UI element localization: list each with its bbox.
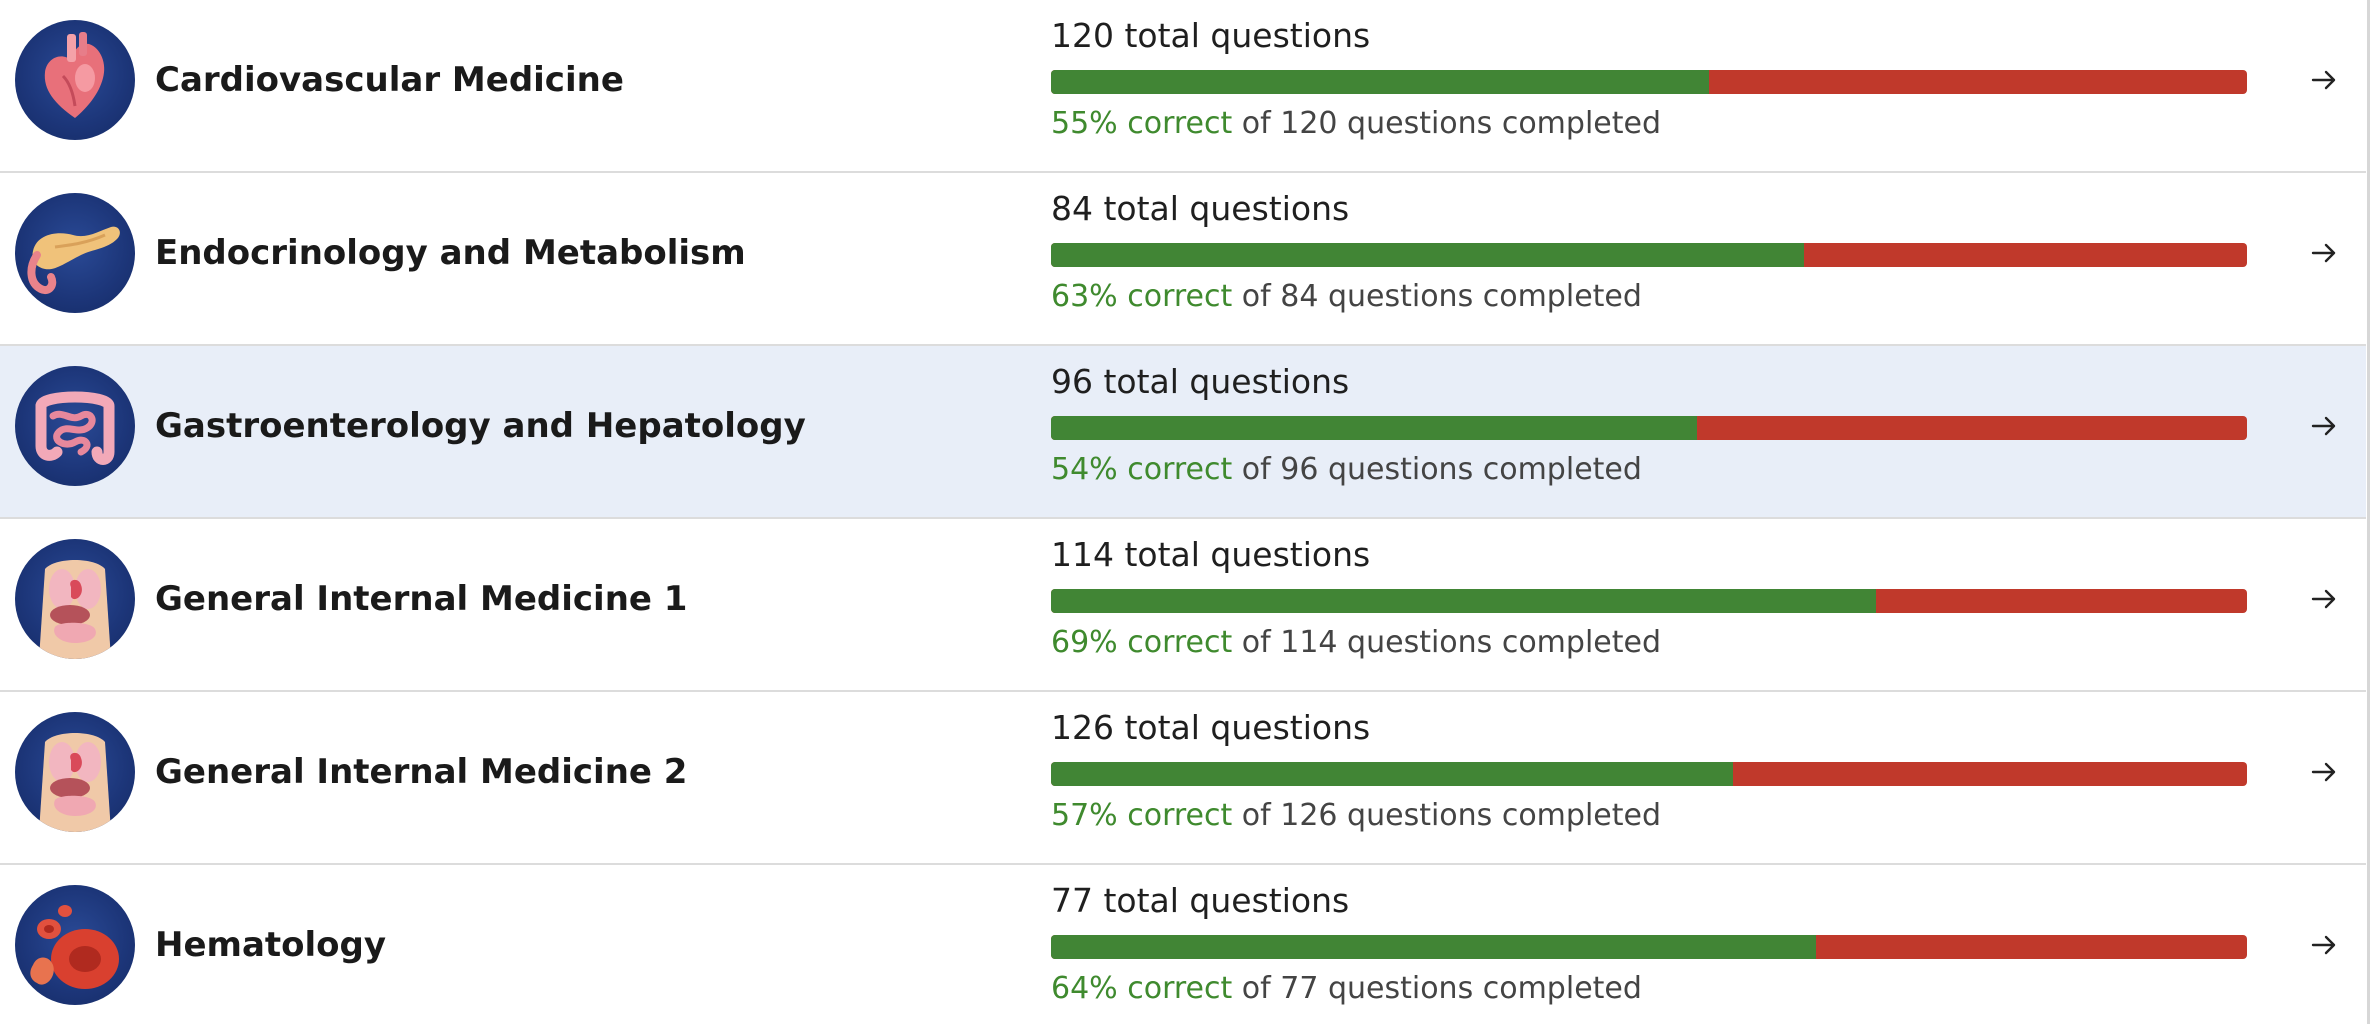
topic-title: Gastroenterology and Hepatology	[155, 406, 806, 446]
score-bar-correct	[1051, 70, 1709, 94]
completion-status: 63% correct of 84 questions completed	[1051, 279, 1642, 314]
topic-title: Cardiovascular Medicine	[155, 60, 624, 100]
heart-icon	[15, 20, 135, 140]
arrow-right-icon[interactable]	[2308, 583, 2340, 615]
score-bar	[1051, 762, 2247, 786]
percent-correct: 57% correct	[1051, 798, 1233, 833]
completed-count: of 120 questions completed	[1232, 106, 1661, 141]
completion-status: 64% correct of 77 questions completed	[1051, 971, 1642, 1006]
topic-row-gastroenterology[interactable]: Gastroenterology and Hepatology 96 total…	[0, 346, 2366, 519]
pancreas-icon	[15, 193, 135, 313]
score-bar	[1051, 243, 2247, 267]
arrow-right-icon[interactable]	[2308, 756, 2340, 788]
completed-count: of 96 questions completed	[1232, 452, 1642, 487]
percent-correct: 55% correct	[1051, 106, 1233, 141]
topic-row-hematology[interactable]: Hematology 77 total questions 64% correc…	[0, 865, 2366, 1024]
arrow-right-icon[interactable]	[2308, 410, 2340, 442]
percent-correct: 64% correct	[1051, 971, 1233, 1006]
topic-row-cardiovascular[interactable]: Cardiovascular Medicine 120 total questi…	[0, 0, 2366, 173]
arrow-right-icon[interactable]	[2308, 237, 2340, 269]
completion-status: 55% correct of 120 questions completed	[1051, 106, 1661, 141]
score-bar-correct	[1051, 589, 1877, 613]
arrow-right-icon[interactable]	[2308, 929, 2340, 961]
score-bar	[1051, 589, 2247, 613]
percent-correct: 54% correct	[1051, 452, 1233, 487]
percent-correct: 63% correct	[1051, 279, 1233, 314]
total-questions: 77 total questions	[1051, 881, 1350, 920]
completion-status: 57% correct of 126 questions completed	[1051, 798, 1661, 833]
intestines-icon	[15, 366, 135, 486]
torso-organs-icon	[15, 712, 135, 832]
topic-row-endocrinology[interactable]: Endocrinology and Metabolism 84 total qu…	[0, 173, 2366, 346]
score-bar	[1051, 70, 2247, 94]
topic-row-general-internal-medicine-1[interactable]: General Internal Medicine 1 114 total qu…	[0, 519, 2366, 692]
topic-row-general-internal-medicine-2[interactable]: General Internal Medicine 2 126 total qu…	[0, 692, 2366, 865]
completion-status: 69% correct of 114 questions completed	[1051, 625, 1661, 660]
total-questions: 126 total questions	[1051, 708, 1371, 747]
completed-count: of 84 questions completed	[1232, 279, 1642, 314]
total-questions: 114 total questions	[1051, 535, 1371, 574]
topic-title: General Internal Medicine 1	[155, 579, 688, 619]
completed-count: of 114 questions completed	[1232, 625, 1661, 660]
percent-correct: 69% correct	[1051, 625, 1233, 660]
topic-title: Endocrinology and Metabolism	[155, 233, 746, 273]
total-questions: 84 total questions	[1051, 189, 1350, 228]
topic-title: Hematology	[155, 925, 387, 965]
torso-organs-icon	[15, 539, 135, 659]
score-bar	[1051, 935, 2247, 959]
completed-count: of 126 questions completed	[1232, 798, 1661, 833]
blood-cells-icon	[15, 885, 135, 1005]
topic-list: Cardiovascular Medicine 120 total questi…	[0, 0, 2370, 1024]
total-questions: 96 total questions	[1051, 362, 1350, 401]
arrow-right-icon[interactable]	[2308, 64, 2340, 96]
score-bar	[1051, 416, 2247, 440]
score-bar-correct	[1051, 935, 1817, 959]
score-bar-correct	[1051, 243, 1805, 267]
total-questions: 120 total questions	[1051, 16, 1371, 55]
score-bar-correct	[1051, 416, 1697, 440]
score-bar-correct	[1051, 762, 1733, 786]
topic-title: General Internal Medicine 2	[155, 752, 688, 792]
completion-status: 54% correct of 96 questions completed	[1051, 452, 1642, 487]
completed-count: of 77 questions completed	[1232, 971, 1642, 1006]
